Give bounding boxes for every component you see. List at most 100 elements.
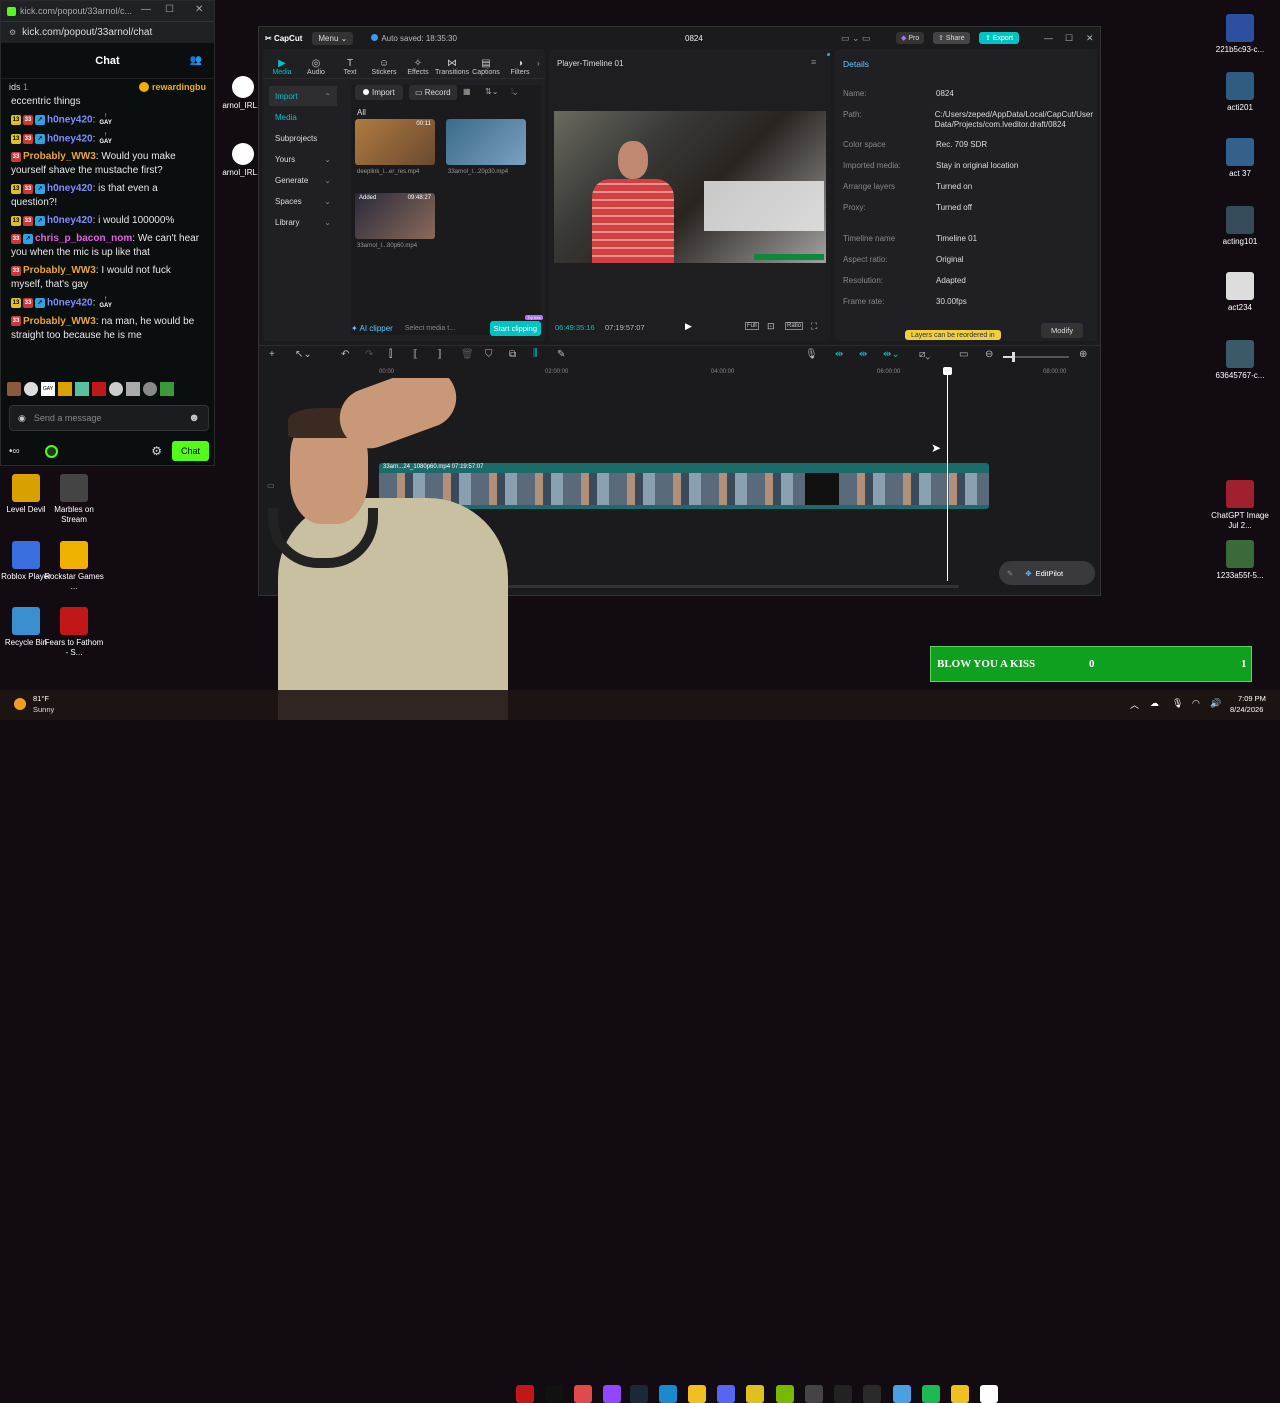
points-icon[interactable]: •∞ xyxy=(9,446,35,457)
sidebar-item-subprojects[interactable]: Subprojects xyxy=(269,128,337,148)
address-bar[interactable]: ⚙ kick.com/popout/33arnol/chat xyxy=(1,21,214,43)
emote-icon[interactable] xyxy=(143,382,157,396)
trim-right-icon[interactable]: ⟧ xyxy=(437,349,442,360)
ratio-button[interactable]: Ratio xyxy=(785,322,804,330)
pen-icon[interactable]: ✎ xyxy=(557,349,565,360)
desktop-icon[interactable]: act 37 xyxy=(1210,138,1270,179)
emote-icon[interactable] xyxy=(160,382,174,396)
notepad-icon[interactable] xyxy=(893,1385,911,1403)
trim-left-icon[interactable]: ⟦ xyxy=(413,349,418,360)
tool-tab-transitions[interactable]: ⋈ Transitions xyxy=(435,58,469,78)
zoom-out-icon[interactable]: ⊖ xyxy=(985,349,993,360)
chat-username[interactable]: h0ney420 xyxy=(47,183,93,194)
link-main-icon[interactable]: ⇹ xyxy=(835,349,843,360)
media-item[interactable]: Added 09:48:27 33arnol_I...80p60.mp4 xyxy=(355,193,435,253)
wifi-icon[interactable]: ◠ xyxy=(1192,698,1200,709)
start-clipping-button[interactable]: Start clipping Try free xyxy=(489,314,543,336)
files-icon[interactable] xyxy=(951,1385,969,1403)
explorer-icon[interactable] xyxy=(688,1385,706,1403)
chat-username[interactable]: h0ney420 xyxy=(47,115,93,126)
share-button[interactable]: ⇪ Share xyxy=(933,32,970,44)
file-icon[interactable] xyxy=(574,1385,592,1403)
all-filter[interactable]: All xyxy=(357,108,366,117)
more-tools-icon[interactable]: › xyxy=(537,59,540,68)
editpilot-button[interactable]: ✎ ✥ EditPilot xyxy=(999,561,1095,585)
settings-icon[interactable]: ⚙ xyxy=(151,444,162,458)
menu-button[interactable]: Menu ⌄ xyxy=(312,31,354,45)
magnet-icon[interactable]: ⇹⌄ xyxy=(883,349,900,360)
minimize-icon[interactable]: — xyxy=(1044,33,1053,43)
view-toggle-icon[interactable]: ▦ xyxy=(463,87,471,96)
import-button[interactable]: Import xyxy=(355,85,403,100)
tool-tab-captions[interactable]: ▤ Captions xyxy=(469,58,503,78)
pinned-bar[interactable]: ids 1 rewardingbu xyxy=(1,79,214,95)
pro-button[interactable]: ◆ Pro xyxy=(896,32,925,44)
delete-icon[interactable]: 🗑 xyxy=(461,349,474,360)
desktop-icon[interactable]: ChatGPT Image Jul 2... xyxy=(1210,480,1270,531)
chat-username[interactable]: h0ney420 xyxy=(47,133,93,144)
chat-username[interactable]: h0ney420 xyxy=(47,298,93,309)
calc-icon[interactable] xyxy=(863,1385,881,1403)
player-menu-icon[interactable]: ≡ xyxy=(811,57,816,67)
emote-icon[interactable]: GAY xyxy=(41,382,55,396)
discord-icon[interactable] xyxy=(717,1385,735,1403)
chrome-icon[interactable] xyxy=(746,1385,764,1403)
emote-icon[interactable] xyxy=(109,382,123,396)
mic-tray-icon[interactable]: 🎙 xyxy=(1172,698,1183,709)
tool-tab-media[interactable]: ▶ Media xyxy=(265,58,299,78)
edge-icon[interactable] xyxy=(659,1385,677,1403)
capcut-active-icon[interactable] xyxy=(980,1385,998,1403)
fears-icon[interactable] xyxy=(516,1385,534,1403)
chat-username[interactable]: Probably_WW3 xyxy=(23,265,96,276)
chat-username[interactable]: chris_p_bacon_nom xyxy=(35,233,132,244)
media-item[interactable]: 33arnol_I...20p30.mp4 xyxy=(446,119,526,179)
desktop-icon[interactable]: 221b5c93-c... xyxy=(1210,14,1270,55)
tool-tab-filters[interactable]: ◑ Filters xyxy=(503,58,537,78)
tool-tab-effects[interactable]: ✧ Effects xyxy=(401,58,435,78)
desktop-icon[interactable]: acti201 xyxy=(1210,72,1270,113)
send-chat-button[interactable]: Chat xyxy=(171,441,209,461)
media-item[interactable]: 00:11 deeplink_i...er_res.mp4 xyxy=(355,119,435,179)
minimize-icon[interactable]: — xyxy=(141,4,151,15)
desktop-icon[interactable]: Marbles on Stream xyxy=(44,474,104,525)
tool-tab-text[interactable]: T Text xyxy=(333,58,367,78)
fullscreen-icon[interactable]: ⛶ xyxy=(811,321,817,332)
preview-axis-icon[interactable]: ⧄⌄ xyxy=(919,349,930,360)
tool-tab-audio[interactable]: ◎ Audio xyxy=(299,58,333,78)
zoom-slider[interactable] xyxy=(1003,352,1069,362)
emote-icon[interactable] xyxy=(24,382,38,396)
playhead[interactable] xyxy=(943,367,952,581)
capcut-taskbar-icon[interactable] xyxy=(834,1385,852,1403)
export-button[interactable]: ⇪ Export xyxy=(979,32,1020,44)
tray-chevron-icon[interactable]: ︿ xyxy=(1130,698,1139,711)
chat-username[interactable]: Probably_WW3 xyxy=(23,316,96,327)
layout-icon[interactable]: ▭ ⌄ ▭ xyxy=(841,33,871,44)
sidebar-item-spaces[interactable]: Spaces ⌄ xyxy=(269,191,337,211)
desktop-icon[interactable]: Rockstar Games ... xyxy=(44,541,104,592)
close-icon[interactable]: ✕ xyxy=(1086,33,1094,44)
sidebar-item-import[interactable]: Import ⌃ xyxy=(269,86,337,106)
add-track-icon[interactable]: + xyxy=(269,349,275,360)
weather-icon[interactable] xyxy=(14,698,26,710)
sort-icon[interactable]: ⇅⌄ xyxy=(485,87,498,96)
freeze-icon[interactable]: ⧉ xyxy=(509,349,516,360)
emoji-icon[interactable]: ☻ xyxy=(188,412,200,424)
site-settings-icon[interactable]: ⚙ xyxy=(9,28,16,37)
video-preview[interactable] xyxy=(554,111,826,263)
chat-username[interactable]: Probably_WW3 xyxy=(23,151,96,162)
ai-clipper-label[interactable]: ✦ AI clipper xyxy=(351,324,393,333)
emote-icon[interactable] xyxy=(126,382,140,396)
tiktok-icon[interactable] xyxy=(545,1385,563,1403)
reply-icon[interactable]: ◉ xyxy=(18,413,26,424)
desktop-icon[interactable]: acting101 xyxy=(1210,206,1270,247)
play-icon[interactable]: ▶ xyxy=(685,321,692,332)
modify-button[interactable]: Modify xyxy=(1041,323,1084,338)
close-icon[interactable]: ✕ xyxy=(195,4,203,15)
steam-icon[interactable] xyxy=(630,1385,648,1403)
chat-username[interactable]: h0ney420 xyxy=(47,215,93,226)
sidebar-item-media[interactable]: Media xyxy=(269,107,337,127)
spotify-icon[interactable] xyxy=(922,1385,940,1403)
caption-icon[interactable]: ▭ xyxy=(959,349,968,360)
sidebar-item-yours[interactable]: Yours ⌄ xyxy=(269,149,337,169)
desktop-icon[interactable]: 63645767-c... xyxy=(1210,340,1270,381)
